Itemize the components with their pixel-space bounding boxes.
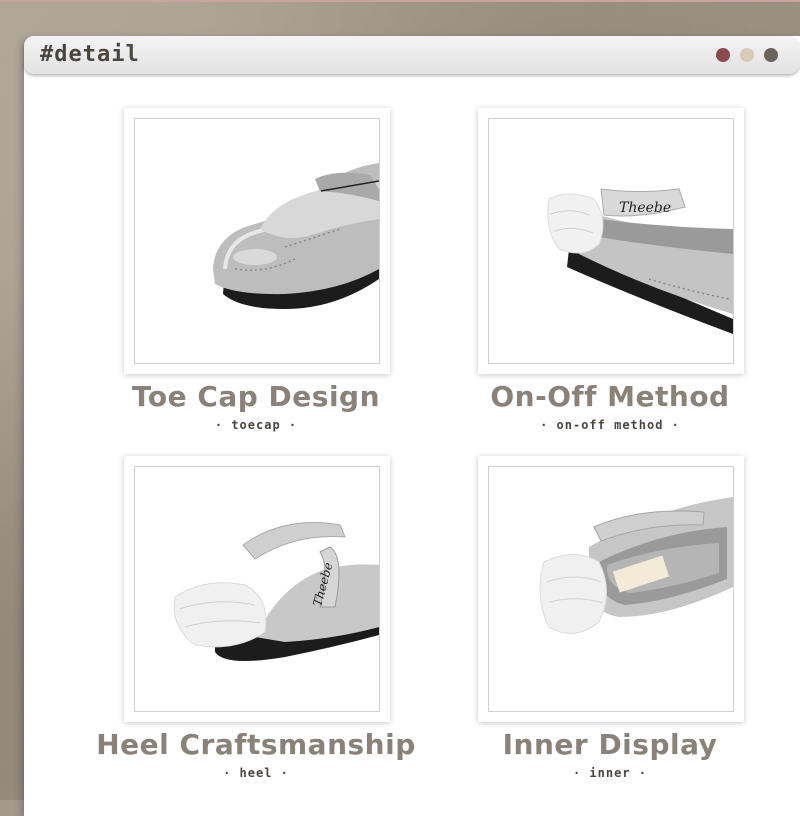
window-dot-1[interactable] (716, 48, 730, 62)
shoe-strap-photo: Theebe (547, 188, 733, 334)
heel-subtitle: · heel · (223, 766, 289, 780)
toecap-title: Toe Cap Design (131, 380, 381, 413)
heel-image-frame: Theebe (134, 466, 380, 712)
onoff-title: On-Off Method (490, 380, 730, 413)
detail-card-toecap (124, 108, 390, 374)
detail-card-inner (478, 456, 744, 722)
window-controls (716, 48, 778, 62)
shoe-heel-photo: Theebe (173, 522, 379, 661)
inner-title: Inner Display (502, 728, 718, 761)
window-titlebar: #detail (24, 36, 800, 74)
inner-image-frame (488, 466, 734, 712)
shoe-toecap-photo (213, 163, 379, 309)
detail-window: #detail Toe Cap Design · toecap · Theebe… (24, 36, 800, 816)
svg-text:Theebe: Theebe (619, 200, 671, 216)
detail-card-onoff: Theebe (478, 108, 744, 374)
onoff-image-frame: Theebe (488, 118, 734, 364)
toecap-image-frame (134, 118, 380, 364)
window-dot-2[interactable] (740, 48, 754, 62)
window-dot-3[interactable] (764, 48, 778, 62)
heel-title: Heel Craftsmanship (96, 728, 416, 761)
toecap-subtitle: · toecap · (214, 418, 298, 432)
detail-card-heel: Theebe (124, 456, 390, 722)
onoff-subtitle: · on-off method · (540, 418, 680, 432)
window-title: #detail (40, 42, 140, 67)
shoe-insole-photo (539, 497, 733, 634)
inner-subtitle: · inner · (572, 766, 648, 780)
top-accent-line (0, 0, 800, 2)
